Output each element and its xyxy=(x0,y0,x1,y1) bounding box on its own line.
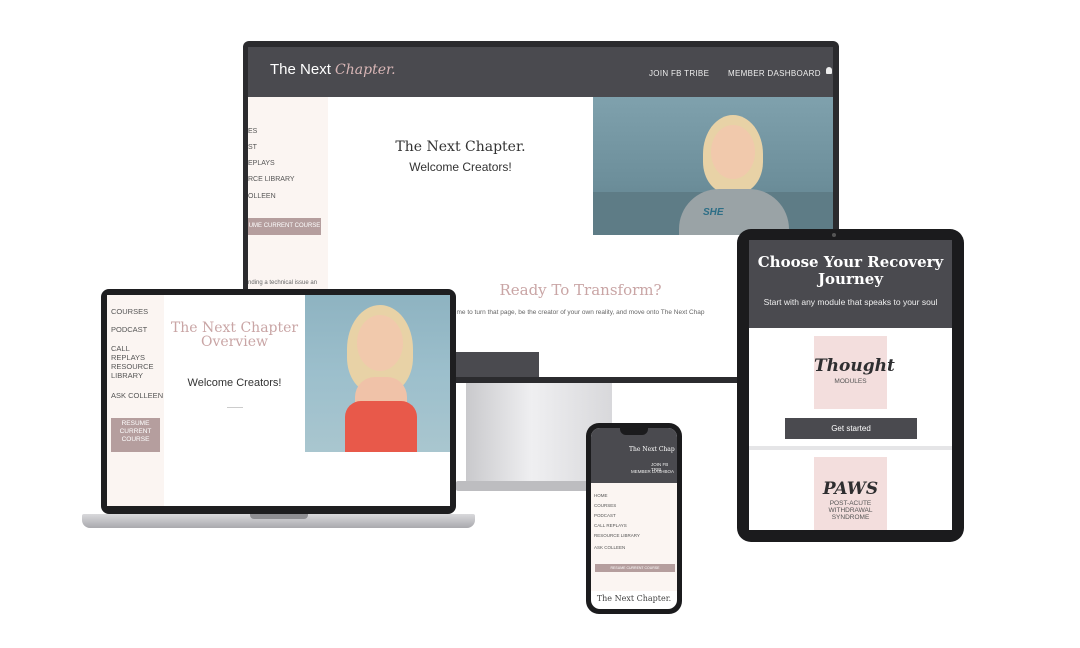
tablet-subtitle: Start with any module that speaks to you… xyxy=(763,297,938,307)
hero-subtitle: Welcome Creators! xyxy=(187,377,282,389)
user-icon[interactable] xyxy=(826,67,832,74)
card-subtitle: POST-ACUTE WITHDRAWAL SYNDROME xyxy=(828,500,873,521)
top-nav: The Next Chapter. JOIN FB TRIBE MEMBER D… xyxy=(248,47,833,97)
nav-member-dashboard[interactable]: MEMBER DASHBOA xyxy=(631,469,674,474)
phone-notch xyxy=(620,428,648,435)
divider xyxy=(227,407,243,408)
hero-title: The Next Chapter. xyxy=(395,139,526,155)
photo-top xyxy=(345,401,417,452)
section-separator xyxy=(749,446,952,450)
card-title: PAWS xyxy=(822,479,879,499)
menu-item-resource-library[interactable]: RESOURCE LIBRARY xyxy=(594,533,640,538)
card-title: Thought xyxy=(814,356,895,376)
phone-screen: The Next Chap JOIN FB TRIB MEMBER DASHBO… xyxy=(591,428,677,609)
phone-menu: HOME COURSES PODCAST CALL REPLAYS RESOUR… xyxy=(591,483,677,591)
menu-item-call-replays[interactable]: CALL REPLAYS xyxy=(594,523,627,528)
sidebar-item-ask-colleen[interactable]: ASK COLLEEN xyxy=(111,391,163,400)
shirt-text: SHE xyxy=(703,207,724,218)
sidebar-item-ask-colleen[interactable]: OLLEEN xyxy=(248,193,276,200)
laptop-sidebar: COURSES PODCAST CALL REPLAYS RESOURCE LI… xyxy=(107,295,164,506)
phone-logo[interactable]: The Next Chap xyxy=(629,446,675,453)
sidebar-item-courses[interactable]: ES xyxy=(248,128,257,135)
sidebar-item-call-replays[interactable]: EPLAYS xyxy=(248,160,275,167)
sidebar-item-resource-library[interactable]: RESOURCE LIBRARY xyxy=(111,362,161,380)
laptop-notch xyxy=(250,514,308,519)
sidebar-item-podcast[interactable]: PODCAST xyxy=(111,325,147,334)
menu-item-ask-colleen[interactable]: ASK COLLEEN xyxy=(594,545,625,550)
module-card-thought[interactable]: Thought MODULES xyxy=(814,336,895,409)
sidebar-item-courses[interactable]: COURSES xyxy=(111,307,148,316)
menu-item-courses[interactable]: COURSES xyxy=(594,503,616,508)
tablet-camera xyxy=(832,233,836,237)
logo-script: Chapter. xyxy=(335,62,396,78)
hero-photo: SHE xyxy=(593,97,833,235)
nav-join-fb-tribe[interactable]: JOIN FB TRIBE xyxy=(649,69,709,78)
resume-course-button[interactable]: RESUME CURRENT COURSE xyxy=(111,418,160,452)
tablet-header: Choose Your Recovery Journey Start with … xyxy=(749,240,952,328)
dark-cta-button[interactable] xyxy=(453,352,539,377)
hero-photo xyxy=(305,295,450,452)
menu-item-home[interactable]: HOME xyxy=(594,493,608,498)
sidebar-item-resource-library[interactable]: RCE LIBRARY xyxy=(248,176,295,183)
photo-face xyxy=(357,315,403,371)
sidebar-item-podcast[interactable]: ST xyxy=(248,144,257,151)
photo-face xyxy=(711,125,755,179)
logo-text: The Next xyxy=(270,61,331,78)
nav-member-dashboard[interactable]: MEMBER DASHBOARD xyxy=(728,69,821,78)
card-subtitle: MODULES xyxy=(834,378,867,385)
hero-subtitle: Welcome Creators! xyxy=(409,160,512,174)
get-started-button[interactable]: Get started xyxy=(785,418,917,439)
site-logo[interactable]: The Next Chapter. xyxy=(270,61,396,78)
resume-course-button[interactable]: RESUME CURRENT COURSE xyxy=(595,564,675,572)
menu-item-podcast[interactable]: PODCAST xyxy=(594,513,616,518)
sidebar-item-call-replays[interactable]: CALL REPLAYS xyxy=(111,344,164,362)
resume-course-button[interactable]: UME CURRENT COURSE xyxy=(248,218,321,235)
sidebar-note: nding a technical issue an xyxy=(248,280,318,286)
tablet-screen: Choose Your Recovery Journey Start with … xyxy=(749,240,952,530)
phone-header: The Next Chap JOIN FB TRIB MEMBER DASHBO… xyxy=(591,428,677,483)
tablet-title: Choose Your Recovery Journey xyxy=(757,253,944,288)
module-card-paws[interactable]: PAWS POST-ACUTE WITHDRAWAL SYNDROME xyxy=(814,457,887,530)
hero-title: The Next Chapter Overview xyxy=(170,320,299,350)
laptop-screen: COURSES PODCAST CALL REPLAYS RESOURCE LI… xyxy=(107,295,450,506)
phone-footer-title: The Next Chapter. xyxy=(596,594,672,603)
